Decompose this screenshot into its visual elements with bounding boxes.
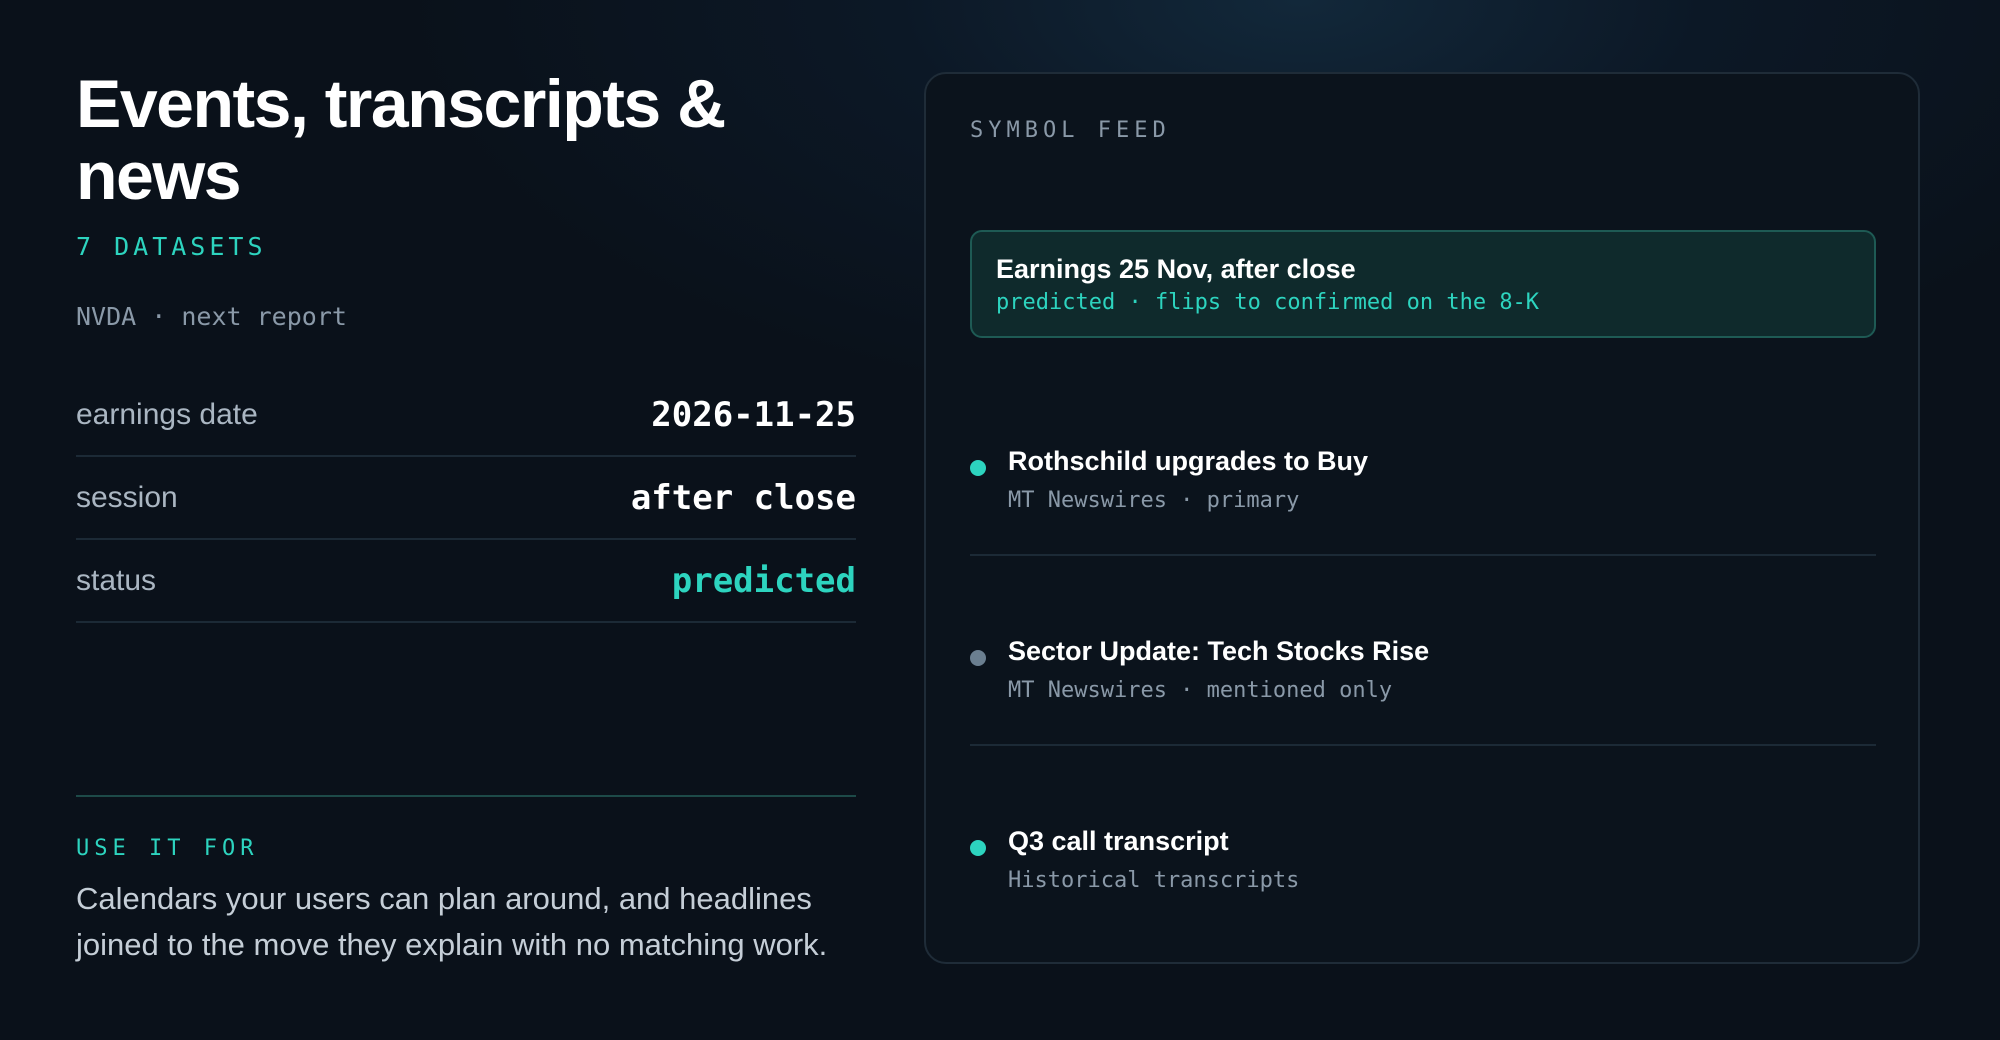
feed-item-title: Q3 call transcript [1008,826,1229,856]
use-it-for-description: Calendars your users can plan around, an… [76,881,828,962]
feed-item[interactable]: Q3 call transcript Historical transcript… [970,746,1876,936]
earnings-highlight-card[interactable]: Earnings 25 Nov, after close predicted ·… [970,230,1876,338]
stat-value: after close [630,477,856,518]
stats-table: earnings date 2026-11-25 session after c… [76,374,856,623]
highlight-title: Earnings 25 Nov, after close [996,254,1356,284]
stat-value: 2026-11-25 [651,394,856,435]
symbol-feed-panel: SYMBOL FEED Earnings 25 Nov, after close… [924,72,1920,964]
feed-item-meta: Historical transcripts [1008,868,1300,893]
status-dot-icon [970,840,986,856]
symbol-feed-heading: SYMBOL FEED [970,118,1171,143]
left-column: Events, transcripts & news 7 DATASETS NV… [76,0,856,1040]
page-title: Events, transcripts & news [76,66,726,214]
stat-label: status [76,563,157,597]
feed-item-meta: MT Newswires · mentioned only [1008,678,1393,703]
feed-item-title: Rothschild upgrades to Buy [1008,446,1369,476]
status-dot-icon [970,460,986,476]
use-it-for-heading: USE IT FOR [76,836,259,861]
stat-label: session [76,480,178,514]
stat-row-status: status predicted [76,540,856,623]
feed-item-title: Sector Update: Tech Stocks Rise [1008,636,1430,666]
highlight-subtitle: predicted · flips to confirmed on the 8-… [996,290,1540,315]
dataset-count: 7 DATASETS [76,232,267,261]
status-value: predicted [671,560,856,601]
divider [76,795,856,797]
report-context: NVDA · next report [76,302,347,331]
stat-row-session: session after close [76,457,856,540]
feed-item[interactable]: Rothschild upgrades to Buy MT Newswires … [970,366,1876,556]
feed-item-meta: MT Newswires · primary [1008,488,1300,513]
stat-row-earnings-date: earnings date 2026-11-25 [76,374,856,457]
status-dot-icon [970,650,986,666]
feed-item[interactable]: Sector Update: Tech Stocks Rise MT Newsw… [970,556,1876,746]
stat-label: earnings date [76,397,258,431]
